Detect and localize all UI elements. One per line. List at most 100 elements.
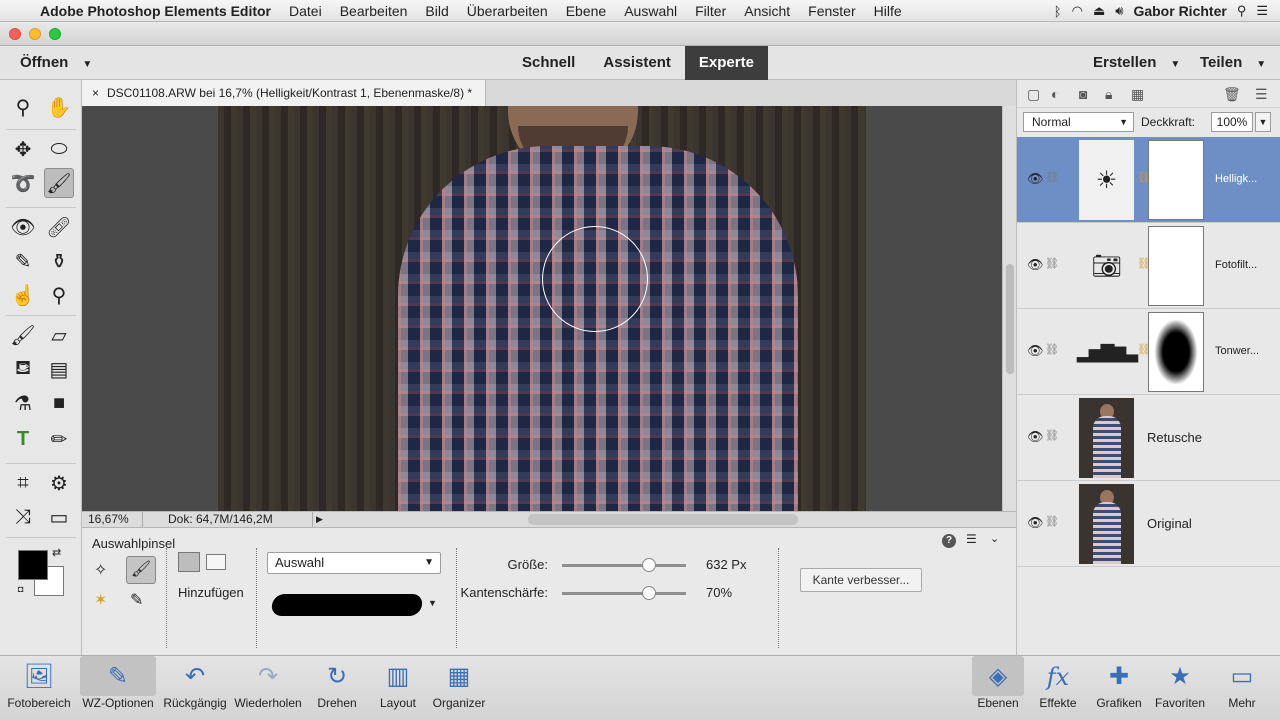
hardness-slider[interactable] — [562, 586, 686, 600]
straighten-tool-icon[interactable]: ▭ — [44, 502, 74, 532]
hardness-slider-knob[interactable] — [641, 586, 656, 600]
wifi-icon[interactable]: ◠ — [1072, 3, 1083, 19]
effects-button[interactable]: fx Effekte — [1034, 656, 1082, 720]
add-mode-icon[interactable] — [178, 552, 200, 572]
lasso-tool-icon[interactable]: ➰ — [8, 168, 38, 198]
selection-brush-tool-icon[interactable]: 🖌︎ — [44, 168, 74, 198]
user-name[interactable]: Gabor Richter — [1133, 3, 1226, 19]
menu-bearbeiten[interactable]: Bearbeiten — [340, 3, 408, 19]
trash-icon[interactable]: 🗑︎ — [1223, 86, 1241, 103]
tab-schnell[interactable]: Schnell — [508, 46, 589, 80]
clone-stamp-icon[interactable]: ⚱ — [44, 246, 74, 276]
magic-wand-icon[interactable]: ✶ — [94, 590, 107, 610]
shape-tool-icon[interactable]: ■ — [44, 388, 74, 418]
eye-icon[interactable]: 👁︎ — [1027, 343, 1044, 359]
eye-icon[interactable]: 👁︎ — [1027, 515, 1044, 531]
eye-icon[interactable]: 👁︎ — [1027, 257, 1044, 273]
layer-mask-thumb[interactable] — [1148, 226, 1204, 306]
vertical-scroll-thumb[interactable] — [1006, 264, 1014, 374]
opacity-field[interactable]: 100% — [1211, 112, 1253, 132]
document-tab[interactable]: × DSC01108.ARW bei 16,7% (Helligkeit/Kont… — [82, 80, 486, 106]
menu-datei[interactable]: Datei — [289, 3, 322, 19]
layer-row-retusche[interactable]: 👁︎ ⛓ Retusche — [1017, 395, 1280, 481]
subtract-mode-icon[interactable] — [206, 554, 226, 570]
favorites-button[interactable]: ★ Favoriten — [1152, 656, 1208, 720]
close-window-button[interactable] — [9, 28, 21, 40]
notification-list-icon[interactable]: ☰ — [1256, 3, 1268, 19]
foreground-color-swatch[interactable] — [18, 550, 48, 580]
tab-experte[interactable]: Experte — [684, 46, 768, 80]
sponge-tool-icon[interactable]: ⚲ — [44, 280, 74, 310]
refine-selection-brush-icon[interactable]: ✎ — [130, 590, 143, 610]
organizer-button[interactable]: ▦ Organizer — [428, 656, 490, 720]
spotlight-search-icon[interactable]: ⚲ — [1237, 3, 1247, 19]
panel-menu-icon[interactable]: ☰ — [966, 532, 977, 546]
lock-all-icon[interactable]: 🔒︎ — [1105, 86, 1112, 103]
pencil-tool-icon[interactable]: ✏ — [44, 424, 74, 454]
new-layer-icon[interactable]: ▢ — [1027, 86, 1040, 103]
blend-mode-dropdown[interactable]: Normal ▼ — [1023, 112, 1134, 132]
size-slider-knob[interactable] — [641, 558, 656, 572]
close-document-icon[interactable]: × — [92, 86, 99, 100]
add-mask-icon[interactable]: ◙ — [1079, 86, 1087, 102]
undo-button[interactable]: ↶ Rückgängig — [160, 656, 230, 720]
play-triangle-icon[interactable]: ▶ — [312, 512, 326, 527]
brush-tool-icon[interactable]: 🖌︎ — [8, 320, 38, 350]
share-menu-button[interactable]: Teilen ▼ — [1200, 54, 1266, 71]
layer-row-photo-filter[interactable]: 👁︎ ⛓ 📷︎ ⛓ Fotofilt... — [1017, 223, 1280, 309]
zoom-window-button[interactable] — [49, 28, 61, 40]
recompose-tool-icon[interactable]: ⚙ — [44, 468, 74, 498]
canvas-area[interactable] — [82, 106, 1002, 511]
menu-auswahl[interactable]: Auswahl — [624, 3, 677, 19]
refine-edge-button[interactable]: Kante verbesser... — [800, 568, 922, 592]
menu-ansicht[interactable]: Ansicht — [744, 3, 790, 19]
create-menu-button[interactable]: Erstellen ▼ — [1093, 54, 1180, 71]
lock-transparency-icon[interactable]: ▦ — [1131, 86, 1144, 103]
menu-bild[interactable]: Bild — [425, 3, 448, 19]
collapse-chevron-icon[interactable]: ⌄ — [990, 532, 999, 545]
menu-hilfe[interactable]: Hilfe — [874, 3, 902, 19]
layer-row-original[interactable]: 👁︎ ⛓ Original — [1017, 481, 1280, 567]
smudge-tool-icon[interactable]: ☝ — [8, 280, 38, 310]
rotate-button[interactable]: ↻ Drehen — [308, 656, 366, 720]
smart-brush-icon[interactable]: ✎ — [8, 246, 38, 276]
link-icon[interactable]: ⛓ — [1045, 343, 1059, 356]
menu-filter[interactable]: Filter — [695, 3, 726, 19]
tool-options-button[interactable]: ✎ WZ-Optionen — [80, 656, 156, 720]
zoom-level[interactable]: 16,67% — [88, 512, 129, 527]
help-icon[interactable]: ? — [942, 534, 956, 548]
tab-assistent[interactable]: Assistent — [589, 46, 685, 80]
minimize-window-button[interactable] — [29, 28, 41, 40]
default-colors-icon[interactable]: ◘ — [18, 584, 23, 594]
open-menu-button[interactable]: Öffnen ▼ — [20, 54, 92, 71]
panel-menu-icon[interactable]: ☰ — [1255, 86, 1268, 103]
layers-button[interactable]: ◈ Ebenen — [972, 656, 1024, 720]
photo-canvas[interactable] — [218, 106, 866, 511]
move-tool-icon[interactable]: ✥ — [8, 134, 38, 164]
paint-bucket-icon[interactable]: ⛾ — [8, 354, 38, 384]
eye-icon[interactable]: 👁︎ — [1027, 429, 1044, 445]
crop-tool-icon[interactable]: ⌗ — [8, 468, 38, 498]
horizontal-scroll-thumb[interactable] — [528, 514, 798, 525]
elliptical-marquee-icon[interactable]: ⬭ — [44, 134, 74, 164]
link-icon[interactable]: ⛓ — [1045, 257, 1059, 270]
brush-preview[interactable] — [270, 594, 424, 616]
eraser-tool-icon[interactable]: ▱ — [44, 320, 74, 350]
link-icon[interactable]: ⛓ — [1045, 429, 1059, 442]
red-eye-tool-icon[interactable]: 👁︎ — [8, 212, 38, 242]
menu-fenster[interactable]: Fenster — [808, 3, 855, 19]
opacity-dropdown-icon[interactable]: ▼ — [1255, 112, 1271, 132]
selection-brush-icon[interactable]: 🖌︎ — [126, 556, 156, 584]
size-slider[interactable] — [562, 558, 686, 572]
zoom-tool-icon[interactable]: ⚲ — [8, 92, 38, 122]
app-name-menu[interactable]: Adobe Photoshop Elements Editor — [40, 3, 271, 19]
eye-icon[interactable]: 👁︎ — [1027, 171, 1044, 187]
volume-icon[interactable]: 🔊︎ — [1115, 3, 1123, 19]
link-icon[interactable]: ⛓ — [1045, 171, 1059, 184]
layer-row-levels[interactable]: 👁︎ ⛓ ▂▅▇▆▃ ⛓ Tonwer... — [1017, 309, 1280, 395]
layer-row-brightness[interactable]: 👁︎ ⛓ ☀ ⛓ Helligk... — [1017, 137, 1280, 223]
swap-colors-icon[interactable]: ⇄ — [52, 546, 61, 559]
adjustment-layer-icon[interactable]: ◐ — [1051, 86, 1059, 102]
photo-bin-button[interactable]: 🖼︎ Fotobereich — [2, 656, 76, 720]
bluetooth-icon[interactable]: ᛒ — [1054, 4, 1062, 19]
